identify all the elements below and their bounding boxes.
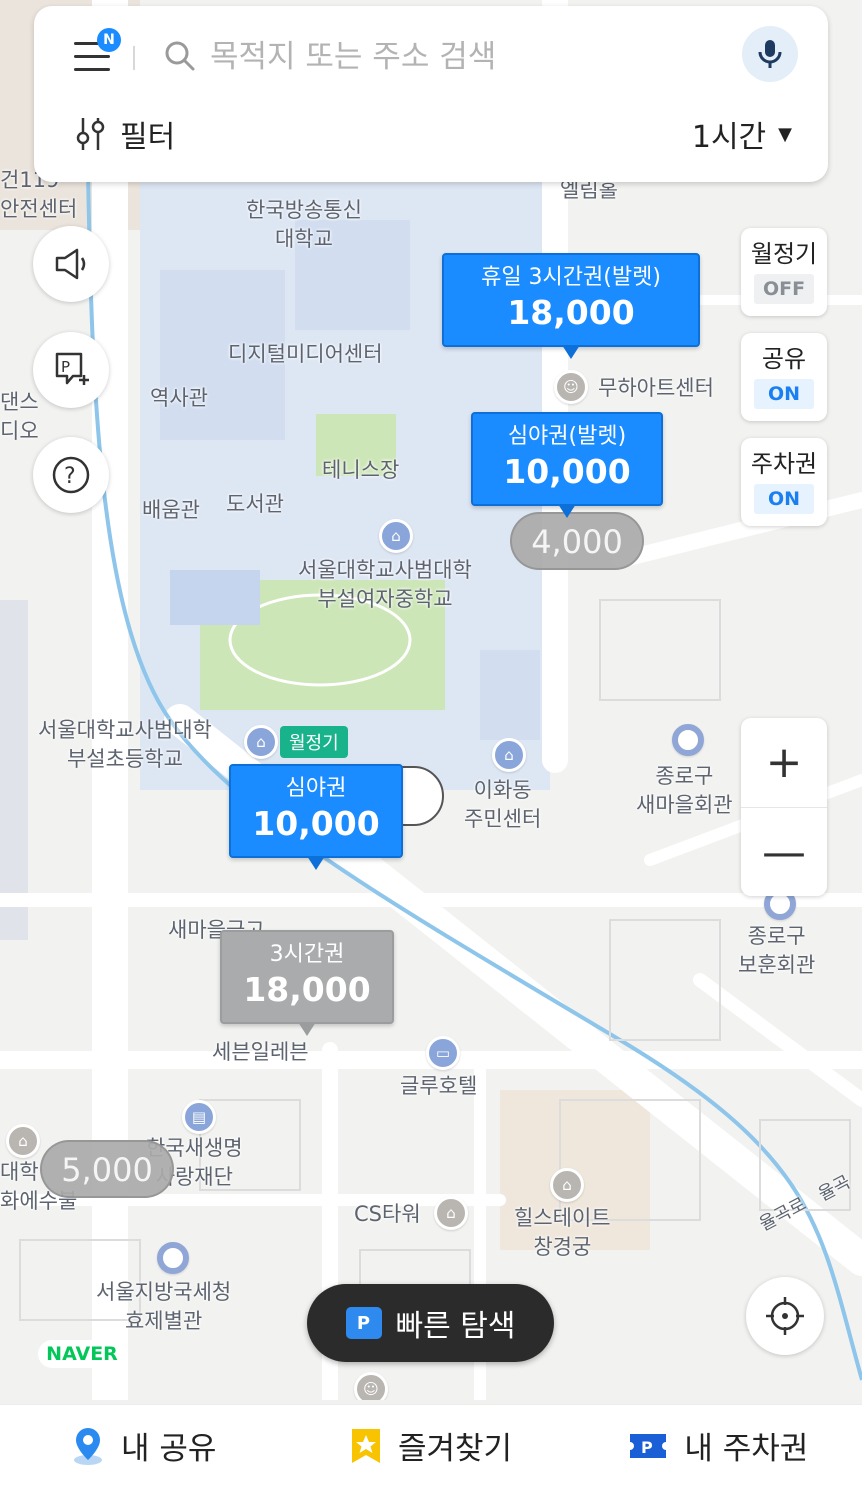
nav-my-share[interactable]: 내 공유 bbox=[0, 1405, 287, 1486]
toggle-label: 주차권 bbox=[750, 450, 818, 478]
toggle-monthly[interactable]: 월정기 OFF bbox=[741, 228, 827, 316]
nav-favorites[interactable]: 즐겨찾기 bbox=[287, 1405, 574, 1486]
toggle-label: 월정기 bbox=[750, 240, 818, 268]
map-label-saemaeul-hall: 종로구 새마을회관 bbox=[636, 764, 733, 817]
map-label-elementary: 서울대학교사범대학 부설초등학교 bbox=[38, 718, 212, 771]
hotel-icon[interactable]: ▭ bbox=[426, 1036, 460, 1070]
question-icon: ? bbox=[52, 456, 90, 494]
nav-label: 내 주차권 bbox=[684, 1431, 809, 1467]
map-label-baeum: 배움관 bbox=[142, 498, 200, 522]
map-label-library: 도서관 bbox=[226, 492, 284, 516]
zoom-control: + — bbox=[741, 718, 827, 896]
marker-ticket-type: 심야권 bbox=[285, 776, 347, 801]
sound-button[interactable] bbox=[33, 226, 109, 302]
search-card: N 필터 1시간 ▼ bbox=[34, 6, 828, 182]
price-marker[interactable]: 심야권 10,000 bbox=[229, 764, 403, 870]
building-icon[interactable]: ⌂ bbox=[434, 1196, 468, 1230]
svg-text:P: P bbox=[61, 358, 70, 376]
zoom-in-button[interactable]: + bbox=[741, 718, 827, 807]
speaker-icon bbox=[55, 248, 86, 280]
map-label-girls-middle: 서울대학교사범대학 부설여자중학교 bbox=[298, 558, 472, 611]
marker-ticket-type: 심야권(발렛) bbox=[507, 424, 627, 449]
location-pin-icon bbox=[73, 1427, 102, 1465]
add-parking-button[interactable]: P bbox=[33, 332, 109, 408]
toggle-state: ON bbox=[754, 379, 814, 409]
school-icon[interactable]: ⌂ bbox=[244, 725, 278, 759]
map-label-muha: 무하아트센터 bbox=[598, 376, 714, 400]
school-icon[interactable]: ⌂ bbox=[379, 519, 413, 553]
theater-icon[interactable]: ☺ bbox=[554, 370, 588, 404]
nav-label: 내 공유 bbox=[120, 1431, 217, 1467]
map-label-bohun: 종로구 보훈회관 bbox=[738, 924, 816, 977]
new-badge: N bbox=[97, 28, 121, 52]
theater-icon[interactable]: ☺ bbox=[354, 1372, 388, 1400]
star-bookmark-icon bbox=[351, 1428, 380, 1463]
bottom-nav: 내 공유 즐겨찾기 P 내 주차권 bbox=[0, 1404, 862, 1486]
filter-sliders-icon bbox=[76, 118, 105, 150]
price-marker[interactable]: 휴일 3시간권(발렛) 18,000 bbox=[442, 253, 700, 359]
map-label-glue-hotel: 글루호텔 bbox=[400, 1074, 478, 1098]
marker-price: 18,000 bbox=[507, 293, 635, 332]
filter-button[interactable]: 필터 bbox=[76, 112, 175, 156]
marker-ticket-type: 3시간권 bbox=[269, 942, 345, 967]
price-bubble[interactable]: 4,000 bbox=[510, 512, 644, 570]
parking-ticket-icon: P bbox=[630, 1433, 667, 1458]
map-label-digital-media: 디지털미디어센터 bbox=[228, 342, 383, 366]
map-label-ihwa-center: 이화동 주민센터 bbox=[464, 778, 542, 831]
toggle-ticket[interactable]: 주차권 ON bbox=[741, 438, 827, 526]
landmark-icon[interactable] bbox=[157, 1242, 189, 1274]
help-button[interactable]: ? bbox=[33, 437, 109, 513]
landmark-icon[interactable] bbox=[672, 724, 704, 756]
government-icon[interactable]: ⌂ bbox=[492, 738, 526, 772]
map-label-knou: 한국방송통신 대학교 bbox=[246, 198, 362, 251]
search-input[interactable] bbox=[210, 34, 710, 80]
crosshair-icon bbox=[766, 1297, 804, 1335]
building-icon[interactable]: ⌂ bbox=[550, 1168, 584, 1202]
mic-button[interactable] bbox=[742, 26, 798, 82]
time-dropdown[interactable]: 1시간 ▼ bbox=[692, 112, 792, 156]
map-label-tennis: 테니스장 bbox=[322, 458, 400, 482]
minus-icon: — bbox=[762, 826, 806, 878]
microphone-icon bbox=[758, 40, 782, 68]
map-label-tax-office: 서울지방국세청 효제별관 bbox=[96, 1280, 232, 1333]
map-label-seven-eleven: 세븐일레븐 bbox=[212, 1040, 309, 1064]
price-marker[interactable]: 3시간권 18,000 bbox=[220, 930, 394, 1036]
svg-text:?: ? bbox=[64, 464, 76, 489]
map-label-cs-tower: CS타워 bbox=[354, 1202, 421, 1226]
toggle-share[interactable]: 공유 ON bbox=[741, 333, 827, 421]
divider bbox=[133, 46, 135, 70]
svg-text:P: P bbox=[641, 1438, 653, 1457]
filter-label: 필터 bbox=[120, 120, 176, 155]
time-selected: 1시간 bbox=[691, 120, 767, 155]
parking-add-icon: P bbox=[55, 352, 89, 385]
map-label-dance-studio: 댄스 디오 bbox=[0, 390, 39, 443]
building-icon[interactable]: ▤ bbox=[182, 1100, 216, 1134]
parking-icon: P bbox=[345, 1307, 382, 1339]
map-canvas[interactable]: 한국방송통신 대학교 디지털미디어센터 역사관 테니스장 배움관 도서관 서울대… bbox=[0, 0, 862, 1400]
toggle-label: 공유 bbox=[761, 345, 807, 373]
map-label-hillstate: 힐스테이트 창경궁 bbox=[514, 1206, 611, 1259]
map-label-history: 역사관 bbox=[150, 386, 208, 410]
nav-label: 즐겨찾기 bbox=[397, 1431, 513, 1467]
nav-my-tickets[interactable]: P 내 주차권 bbox=[575, 1405, 862, 1486]
caret-down-icon: ▼ bbox=[778, 123, 792, 145]
quick-search-label: 빠른 탐색 bbox=[395, 1309, 516, 1344]
zoom-out-button[interactable]: — bbox=[741, 807, 827, 896]
monthly-tag[interactable]: 월정기 bbox=[280, 726, 348, 758]
my-location-button[interactable] bbox=[746, 1277, 824, 1355]
marker-price: 10,000 bbox=[252, 804, 380, 843]
quick-search-button[interactable]: P 빠른 탐색 bbox=[307, 1284, 554, 1362]
toggle-state: ON bbox=[754, 484, 814, 514]
price-bubble[interactable]: 5,000 bbox=[40, 1140, 174, 1198]
marker-price: 10,000 bbox=[503, 452, 631, 491]
building-icon[interactable]: ⌂ bbox=[6, 1124, 40, 1158]
price-marker[interactable]: 심야권(발렛) 10,000 bbox=[471, 412, 663, 518]
plus-icon: + bbox=[765, 737, 803, 788]
marker-ticket-type: 휴일 3시간권(발렛) bbox=[481, 265, 661, 290]
naver-logo: NAVER bbox=[38, 1340, 126, 1368]
toggle-state: OFF bbox=[754, 274, 814, 304]
marker-price: 18,000 bbox=[243, 970, 371, 1009]
search-icon[interactable] bbox=[164, 40, 196, 72]
